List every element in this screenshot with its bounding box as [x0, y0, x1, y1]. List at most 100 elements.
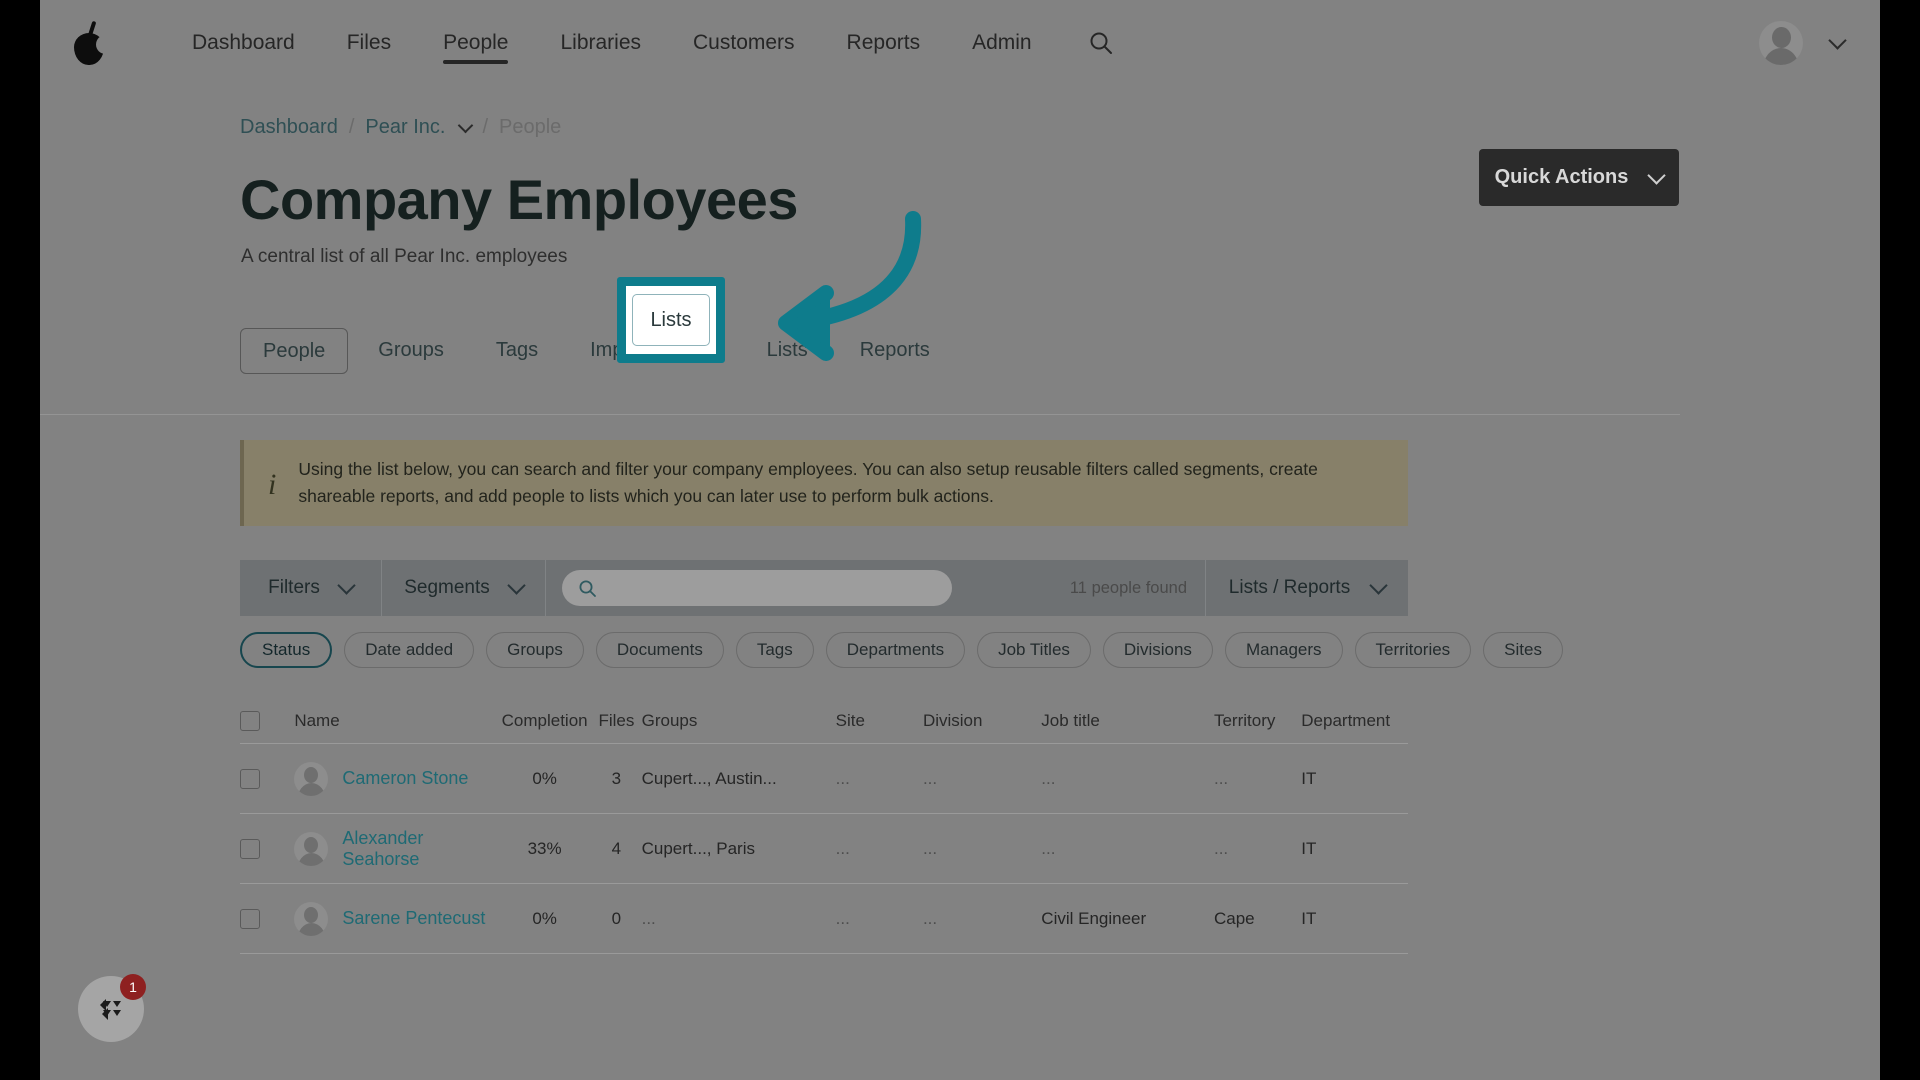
quick-actions-label: Quick Actions [1495, 166, 1629, 189]
filters-dropdown[interactable]: Filters [240, 560, 382, 616]
segments-label: Segments [404, 577, 490, 599]
table-row[interactable]: Alexander Seahorse 33% 4 Cupert..., Pari… [240, 814, 1408, 884]
nav-item-reports[interactable]: Reports [821, 0, 947, 86]
quick-actions-button[interactable]: Quick Actions [1479, 149, 1679, 206]
table-header-row: Name Completion Files Groups Site Divisi… [240, 698, 1408, 744]
info-banner: i Using the list below, you can search a… [240, 440, 1408, 526]
cell-job-title: ... [1041, 769, 1214, 789]
chat-widget-button[interactable]: 1 [78, 976, 144, 1042]
highlighted-tab-lists[interactable]: Lists [632, 294, 710, 346]
chevron-down-icon[interactable] [458, 117, 474, 133]
cell-territory: ... [1214, 769, 1301, 789]
cell-files: 4 [591, 839, 641, 859]
lists-reports-label: Lists / Reports [1229, 577, 1350, 599]
column-header-groups[interactable]: Groups [642, 711, 836, 731]
breadcrumb-dashboard[interactable]: Dashboard [240, 116, 338, 139]
cell-name: Sarene Pentecust [294, 902, 498, 936]
person-link[interactable]: Sarene Pentecust [342, 908, 485, 929]
cell-completion: 0% [498, 909, 591, 929]
tab-bar-divider [40, 414, 1680, 415]
segments-dropdown[interactable]: Segments [382, 560, 546, 616]
breadcrumb-current: People [499, 116, 561, 139]
lists-tab-highlight: Lists [617, 277, 725, 363]
row-select-cell [240, 839, 294, 859]
column-header-site[interactable]: Site [836, 711, 923, 731]
cell-name: Alexander Seahorse [294, 828, 498, 870]
column-header-territory[interactable]: Territory [1214, 711, 1301, 731]
avatar[interactable] [1759, 21, 1803, 65]
chip-sites[interactable]: Sites [1483, 632, 1563, 668]
nav-item-customers[interactable]: Customers [667, 0, 821, 86]
filters-label: Filters [268, 577, 320, 599]
cell-completion: 0% [498, 769, 591, 789]
nav-item-people[interactable]: People [417, 0, 534, 86]
cell-site: ... [836, 909, 923, 929]
chip-groups[interactable]: Groups [486, 632, 584, 668]
chip-job-titles[interactable]: Job Titles [977, 632, 1091, 668]
table-row[interactable]: Sarene Pentecust 0% 0 ... ... ... Civil … [240, 884, 1408, 954]
avatar [294, 762, 328, 796]
lists-reports-dropdown[interactable]: Lists / Reports [1206, 577, 1408, 599]
column-header-department[interactable]: Department [1301, 711, 1408, 731]
chip-status[interactable]: Status [240, 632, 332, 668]
people-found-count: 11 people found [1006, 560, 1206, 616]
chip-departments[interactable]: Departments [826, 632, 965, 668]
tab-tags[interactable]: Tags [474, 328, 560, 374]
row-checkbox[interactable] [240, 769, 260, 789]
select-all-checkbox[interactable] [240, 711, 260, 731]
column-header-job-title[interactable]: Job title [1041, 711, 1214, 731]
chevron-down-icon [1370, 577, 1388, 595]
pear-logo-icon[interactable] [70, 19, 110, 67]
tab-bar: People Groups Tags Import History Lists … [240, 328, 1880, 374]
search-input[interactable] [562, 570, 952, 606]
cell-department: IT [1301, 839, 1408, 859]
tab-groups[interactable]: Groups [356, 328, 466, 374]
primary-nav-links: Dashboard Files People Libraries Custome… [166, 0, 1118, 86]
cell-job-title: ... [1041, 839, 1214, 859]
row-checkbox[interactable] [240, 909, 260, 929]
row-checkbox[interactable] [240, 839, 260, 859]
cell-department: IT [1301, 909, 1408, 929]
column-header-completion[interactable]: Completion [498, 711, 591, 731]
cell-files: 3 [591, 769, 641, 789]
chip-tags[interactable]: Tags [736, 632, 814, 668]
cell-groups: Cupert..., Paris [642, 839, 836, 859]
cell-division: ... [923, 909, 1041, 929]
chip-divisions[interactable]: Divisions [1103, 632, 1213, 668]
person-link[interactable]: Alexander Seahorse [342, 828, 498, 870]
info-banner-text: Using the list below, you can search and… [298, 456, 1388, 510]
chip-date-added[interactable]: Date added [344, 632, 474, 668]
search-icon[interactable] [1084, 26, 1118, 60]
nav-item-files[interactable]: Files [321, 0, 417, 86]
person-link[interactable]: Cameron Stone [342, 768, 468, 789]
search-icon [578, 579, 597, 598]
row-select-cell [240, 909, 294, 929]
cell-completion: 33% [498, 839, 591, 859]
breadcrumb-company[interactable]: Pear Inc. [365, 116, 445, 139]
column-header-files[interactable]: Files [591, 711, 641, 731]
cell-site: ... [836, 839, 923, 859]
cell-department: IT [1301, 769, 1408, 789]
column-header-division[interactable]: Division [923, 711, 1041, 731]
tab-people[interactable]: People [240, 328, 348, 374]
chip-territories[interactable]: Territories [1355, 632, 1472, 668]
select-all-cell [240, 711, 294, 731]
chevron-down-icon [337, 577, 355, 595]
info-icon: i [268, 466, 276, 500]
table-row[interactable]: Cameron Stone 0% 3 Cupert..., Austin... … [240, 744, 1408, 814]
avatar [294, 902, 328, 936]
search-area [546, 570, 1006, 606]
account-menu[interactable] [1759, 0, 1844, 86]
cell-division: ... [923, 839, 1041, 859]
chevron-down-icon[interactable] [1828, 31, 1846, 49]
chip-documents[interactable]: Documents [596, 632, 724, 668]
breadcrumb-separator: / [349, 116, 355, 139]
chip-managers[interactable]: Managers [1225, 632, 1343, 668]
nav-item-dashboard[interactable]: Dashboard [166, 0, 321, 86]
chevron-down-icon [507, 577, 525, 595]
column-header-name[interactable]: Name [294, 711, 498, 731]
nav-item-libraries[interactable]: Libraries [534, 0, 667, 86]
cell-groups: Cupert..., Austin... [642, 769, 836, 789]
top-navigation-bar: Dashboard Files People Libraries Custome… [40, 0, 1880, 86]
nav-item-admin[interactable]: Admin [946, 0, 1058, 86]
